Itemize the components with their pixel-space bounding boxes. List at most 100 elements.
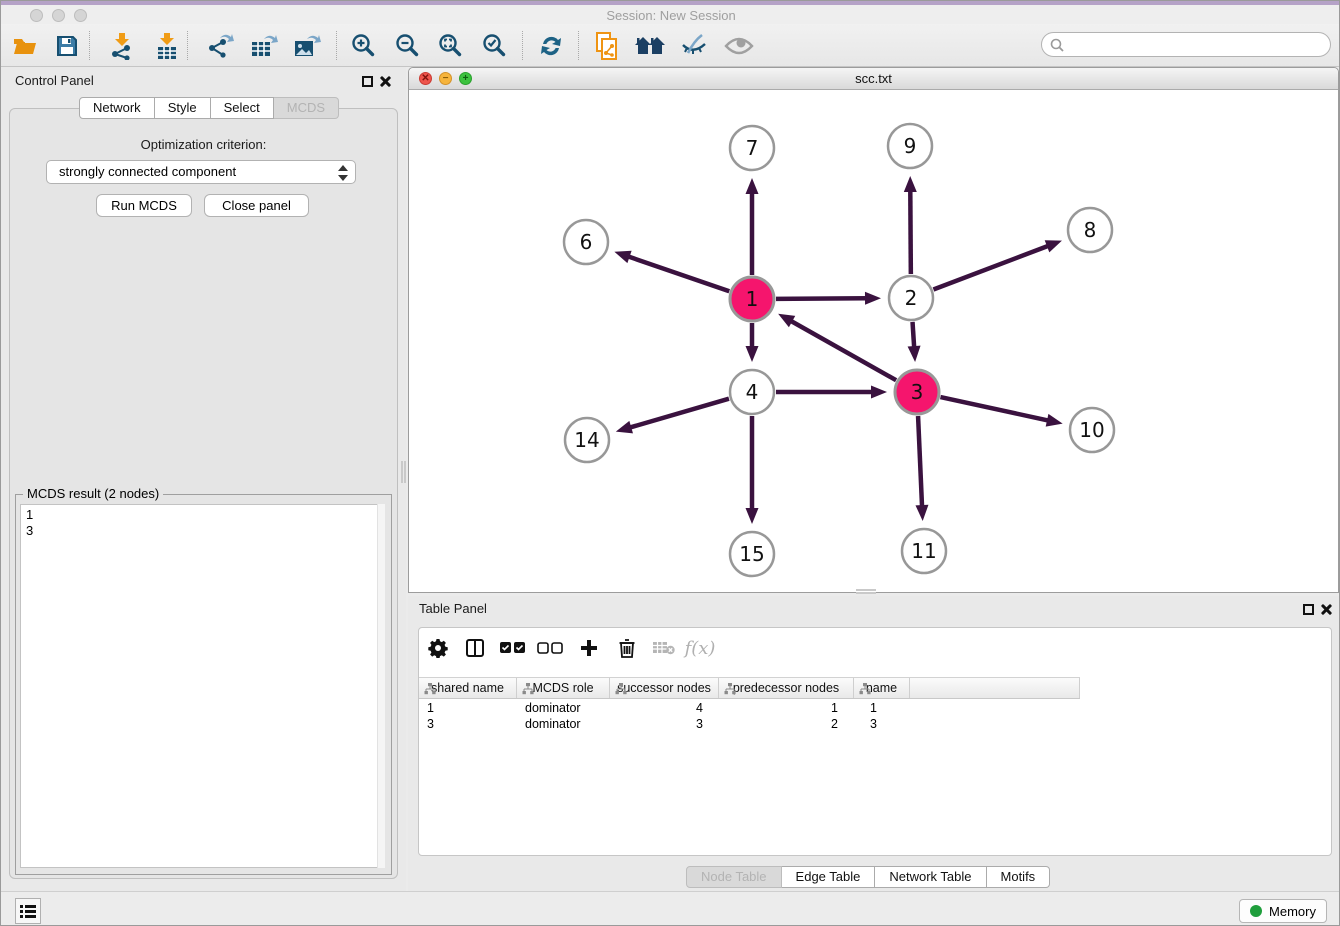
graph-edge-3-1[interactable] [790, 321, 896, 381]
column-header-shared-name[interactable]: shared name [419, 678, 517, 698]
table-tab-edge-table[interactable]: Edge Table [782, 866, 876, 888]
horizontal-splitter-grip[interactable] [856, 589, 876, 594]
graph-edge-1-2[interactable] [776, 298, 867, 299]
deselect-all-columns-icon[interactable] [535, 633, 565, 663]
close-panel-icon[interactable] [378, 75, 391, 88]
criterion-value: strongly connected component [59, 164, 236, 179]
open-session-icon[interactable] [7, 28, 43, 64]
export-network-icon[interactable] [202, 28, 238, 64]
column-header-name[interactable]: name [854, 678, 910, 698]
graph-node-label: 15 [739, 542, 764, 566]
main-toolbar [1, 24, 1340, 67]
column-flow-icon [859, 683, 871, 695]
table-row[interactable]: 3dominator323 [419, 716, 1331, 732]
search-icon [1050, 38, 1064, 52]
show-hidden-eye-icon[interactable] [721, 28, 757, 64]
cell-predecessor-nodes: 2 [719, 716, 854, 732]
graph-edge-2-8[interactable] [933, 246, 1048, 290]
table-panel-title: Table Panel [419, 601, 487, 616]
graph-node-label: 6 [580, 230, 593, 254]
mcds-tab-content: Optimization criterion: strongly connect… [9, 108, 398, 879]
run-mcds-button[interactable]: Run MCDS [96, 194, 192, 217]
control-tab-network[interactable]: Network [79, 97, 155, 119]
graph-edge-arrowhead [904, 176, 917, 192]
graph-edge-3-11[interactable] [918, 416, 922, 507]
graph-edge-2-3[interactable] [913, 322, 915, 348]
graph-edge-4-14[interactable] [629, 399, 729, 428]
graph-node-label: 2 [905, 286, 918, 310]
vertical-splitter-grip[interactable] [401, 461, 406, 483]
network-window-title: scc.txt [409, 71, 1338, 86]
select-all-columns-icon[interactable] [498, 633, 528, 663]
search-input[interactable] [1069, 37, 1330, 52]
memory-label: Memory [1269, 904, 1316, 919]
task-list-icon [20, 904, 36, 918]
graph-edge-3-10[interactable] [940, 397, 1049, 421]
table-tab-node-table[interactable]: Node Table [686, 866, 782, 888]
export-image-icon[interactable] [289, 28, 325, 64]
table-tab-network-table[interactable]: Network Table [875, 866, 986, 888]
float-panel-icon[interactable] [362, 76, 373, 87]
save-session-icon[interactable] [49, 28, 85, 64]
window-title: Session: New Session [1, 8, 1340, 23]
column-header-empty [910, 678, 1080, 698]
table-close-icon[interactable] [1319, 603, 1332, 616]
network-view-window: ✕ − + scc.txt 7968124314101511 [408, 67, 1339, 593]
graph-node-label: 14 [574, 428, 599, 452]
import-table-icon[interactable] [149, 28, 185, 64]
column-header-MCDS-role[interactable]: MCDS role [517, 678, 610, 698]
mcds-result-text[interactable]: 1 3 [20, 504, 385, 868]
table-row[interactable]: 1dominator411 [419, 700, 1331, 716]
graph-edge-2-9[interactable] [910, 190, 911, 274]
control-tab-style[interactable]: Style [155, 97, 211, 119]
table-float-icon[interactable] [1303, 604, 1314, 615]
home-networks-icon[interactable] [632, 28, 668, 64]
search-box[interactable] [1041, 32, 1331, 57]
graph-node-label: 7 [746, 136, 759, 160]
split-columns-icon[interactable] [460, 633, 490, 663]
table-tab-motifs[interactable]: Motifs [987, 866, 1051, 888]
graph-edge-arrowhead [1046, 414, 1063, 427]
zoom-fit-icon[interactable] [433, 28, 469, 64]
criterion-select[interactable]: strongly connected component [46, 160, 356, 184]
zoom-in-icon[interactable] [346, 28, 382, 64]
cell-MCDS-role: dominator [517, 700, 610, 716]
hide-selected-eye-icon[interactable] [676, 28, 712, 64]
cell-successor-nodes: 3 [610, 716, 719, 732]
control-tab-select[interactable]: Select [211, 97, 274, 119]
cell-predecessor-nodes: 1 [719, 700, 854, 716]
application-window: Session: New Session [0, 0, 1340, 926]
column-header-predecessor-nodes[interactable]: predecessor nodes [719, 678, 854, 698]
graph-edge-arrowhead [865, 292, 881, 305]
control-panel-title: Control Panel [15, 73, 94, 88]
export-table-icon[interactable] [246, 28, 282, 64]
delete-column-trash-icon[interactable] [612, 633, 642, 663]
import-network-icon[interactable] [104, 28, 140, 64]
control-panel-tabs: NetworkStyleSelectMCDS [79, 97, 339, 119]
control-tab-mcds[interactable]: MCDS [274, 97, 339, 119]
column-header-successor-nodes[interactable]: successor nodes [610, 678, 719, 698]
zoom-selected-icon[interactable] [477, 28, 513, 64]
task-history-button[interactable] [15, 898, 41, 924]
network-window-titlebar[interactable]: ✕ − + scc.txt [409, 68, 1338, 90]
duplicate-network-icon[interactable] [589, 28, 625, 64]
control-panel: Control Panel NetworkStyleSelectMCDS Opt… [1, 67, 406, 891]
column-flow-icon [522, 683, 534, 695]
zoom-out-icon[interactable] [390, 28, 426, 64]
graph-edge-arrowhead [1045, 240, 1062, 252]
result-scrollbar[interactable] [377, 504, 385, 868]
network-canvas[interactable]: 7968124314101511 [409, 90, 1338, 592]
add-column-icon[interactable] [574, 633, 604, 663]
table-header-row: shared nameMCDS rolesuccessor nodesprede… [419, 677, 1080, 699]
close-panel-button[interactable]: Close panel [204, 194, 309, 217]
memory-button[interactable]: Memory [1239, 899, 1327, 923]
select-chevrons-icon [338, 162, 348, 184]
graph-edge-arrowhead [908, 346, 921, 362]
graph-node-label: 10 [1079, 418, 1104, 442]
graph-edge-1-6[interactable] [628, 256, 730, 291]
graph-edge-arrowhead [746, 178, 759, 194]
function-builder-icon-disabled: f(x) [685, 633, 715, 663]
table-settings-gear-icon[interactable] [423, 633, 453, 663]
cell-MCDS-role: dominator [517, 716, 610, 732]
refresh-layout-icon[interactable] [533, 28, 569, 64]
